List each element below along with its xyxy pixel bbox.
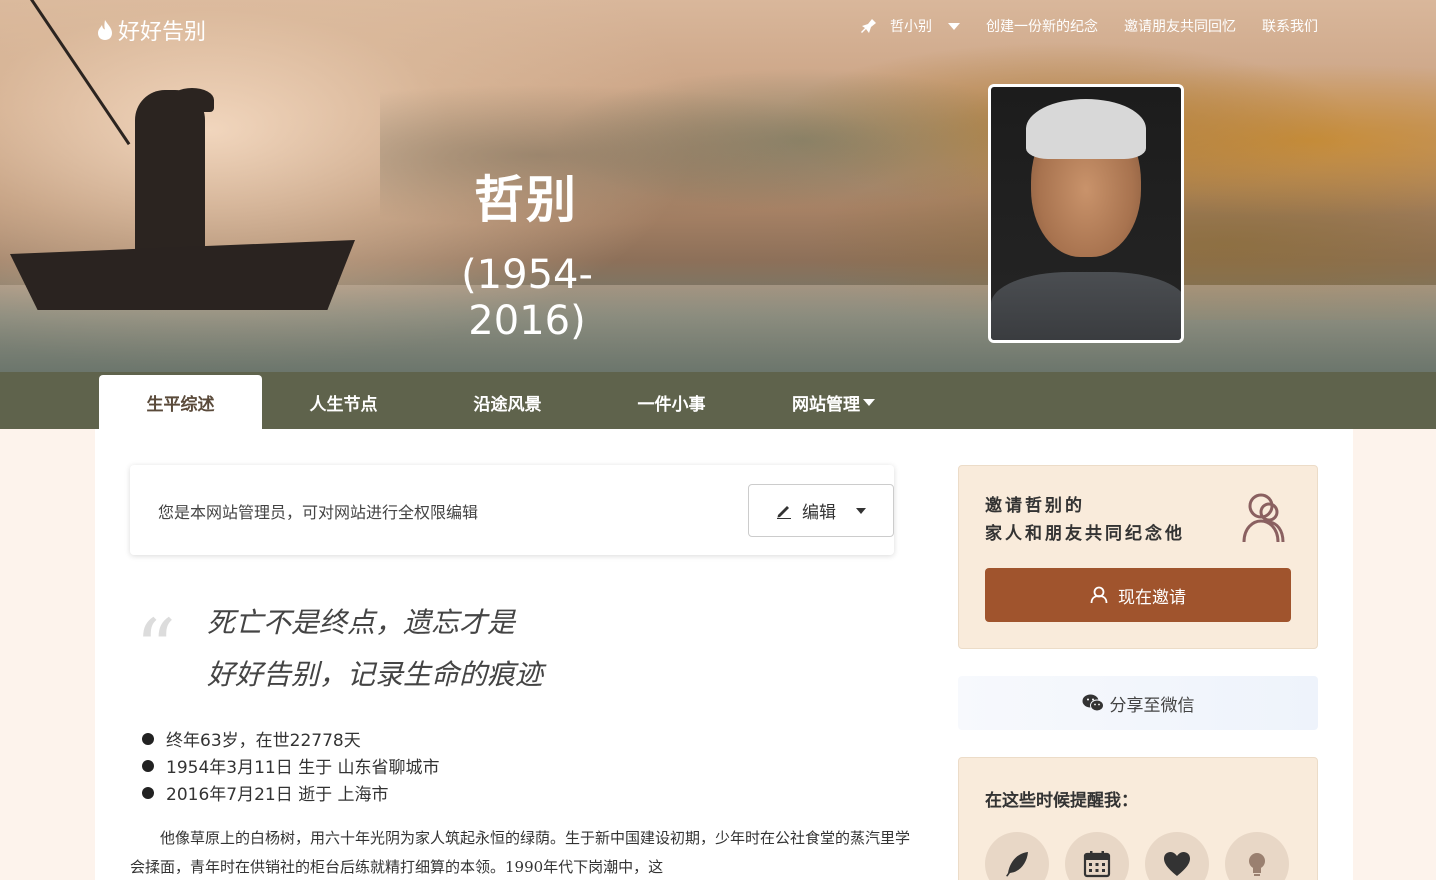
logo-text: 好好告别 <box>118 20 207 45</box>
heart-icon <box>1164 852 1190 876</box>
life-facts-list: 终年63岁，在世22778天 1954年3月11日 生于 山东省聊城市 2016… <box>142 725 440 806</box>
reminder-title: 在这些时候提醒我： <box>985 791 1138 811</box>
flame-icon <box>98 20 112 40</box>
fact-text: 1954年3月11日 生于 山东省聊城市 <box>166 758 440 778</box>
invite-line-2: 家人和朋友共同纪念他 <box>985 524 1185 544</box>
top-nav: 哲小别 创建一份新的纪念 邀请朋友共同回忆 联系我们 <box>860 16 1318 36</box>
nav-invite-friends[interactable]: 邀请朋友共同回忆 <box>1124 16 1236 36</box>
biography-text: 他像草原上的白杨树，用六十年光阴为家人筑起永恒的绿荫。生于新中国建设初期，少年时… <box>130 829 911 876</box>
invite-line-1: 邀请哲别的 <box>985 496 1085 516</box>
list-item: 1954年3月11日 生于 山东省聊城市 <box>142 752 440 779</box>
share-wechat-label: 分享至微信 <box>1109 695 1195 716</box>
chevron-down-icon <box>863 398 875 406</box>
reminder-heart-button[interactable] <box>1145 832 1209 880</box>
tab-bar: 生平综述 人生节点 沿途风景 一件小事 网站管理 <box>0 372 1436 429</box>
fisherman-hat <box>170 88 214 112</box>
tab-small-story[interactable]: 一件小事 <box>590 375 753 429</box>
tab-life-milestones[interactable]: 人生节点 <box>262 375 425 429</box>
edit-button[interactable]: 编辑 <box>748 484 894 537</box>
chevron-down-icon <box>856 507 866 514</box>
reminder-card: 在这些时候提醒我： <box>958 757 1318 880</box>
admin-notice-text: 您是本网站管理员，可对网站进行全权限编辑 <box>158 503 479 522</box>
chevron-down-icon <box>948 22 960 30</box>
tab-label: 一件小事 <box>637 394 706 415</box>
memorial-name: 哲别 <box>474 171 578 229</box>
tab-label: 沿途风景 <box>473 394 542 415</box>
tab-label: 生平综述 <box>146 394 215 415</box>
reminder-calendar-button[interactable] <box>1065 832 1129 880</box>
portrait-hair <box>1026 99 1146 159</box>
tab-site-management[interactable]: 网站管理 <box>752 375 915 429</box>
memorial-years: (1954-2016) <box>461 252 593 344</box>
main-content: 您是本网站管理员，可对网站进行全权限编辑 编辑 “ 死亡不是终点，遗忘才是 好好… <box>95 429 1353 880</box>
pencil-icon <box>777 505 791 519</box>
people-icon <box>1242 493 1285 543</box>
invite-card: 邀请哲别的 家人和朋友共同纪念他 现在邀请 <box>958 465 1318 649</box>
list-item: 终年63岁，在世22778天 <box>142 725 440 752</box>
nav-create-memorial[interactable]: 创建一份新的纪念 <box>986 16 1098 36</box>
memorial-portrait[interactable] <box>988 84 1184 343</box>
site-logo[interactable]: 好好告别 <box>96 14 206 46</box>
bullet-icon <box>142 732 154 745</box>
user-menu[interactable]: 哲小别 <box>860 16 960 36</box>
invite-now-button[interactable]: 现在邀请 <box>985 568 1291 622</box>
fact-text: 2016年7月21日 逝于 上海市 <box>166 785 389 805</box>
bullet-icon <box>142 786 154 799</box>
bullet-icon <box>142 759 154 772</box>
lightbulb-icon <box>1249 853 1265 876</box>
edit-label: 编辑 <box>802 503 836 523</box>
portrait-shirt <box>991 272 1181 340</box>
calendar-icon <box>1083 851 1111 878</box>
fact-text: 终年63岁，在世22778天 <box>166 731 361 751</box>
user-name: 哲小别 <box>890 19 932 35</box>
quote-line-2: 好好告别，记录生命的痕迹 <box>207 658 544 691</box>
invite-now-label: 现在邀请 <box>1118 587 1186 608</box>
pin-icon <box>861 19 876 33</box>
tab-scenery[interactable]: 沿途风景 <box>426 375 589 429</box>
share-wechat-button[interactable]: 分享至微信 <box>958 676 1318 730</box>
tab-life-summary[interactable]: 生平综述 <box>99 375 262 429</box>
tab-label: 网站管理 <box>792 394 860 415</box>
invite-title: 邀请哲别的 家人和朋友共同纪念他 <box>985 492 1185 548</box>
reminder-feather-button[interactable] <box>985 832 1049 880</box>
admin-notice: 您是本网站管理员，可对网站进行全权限编辑 编辑 <box>130 465 894 555</box>
quote-mark-icon: “ <box>135 602 176 695</box>
feather-icon <box>1006 852 1028 877</box>
fisherman-silhouette <box>135 90 205 260</box>
tab-label: 人生节点 <box>309 394 378 415</box>
user-icon <box>1090 586 1108 604</box>
list-item: 2016年7月21日 逝于 上海市 <box>142 779 440 806</box>
nav-contact-us[interactable]: 联系我们 <box>1262 16 1318 36</box>
wechat-icon <box>1082 694 1104 712</box>
reminder-lightbulb-button[interactable] <box>1225 832 1289 880</box>
hero-banner: 好好告别 哲小别 创建一份新的纪念 邀请朋友共同回忆 联系我们 哲别 (1954… <box>0 0 1436 372</box>
quote-line-1: 死亡不是终点，遗忘才是 <box>207 606 516 639</box>
